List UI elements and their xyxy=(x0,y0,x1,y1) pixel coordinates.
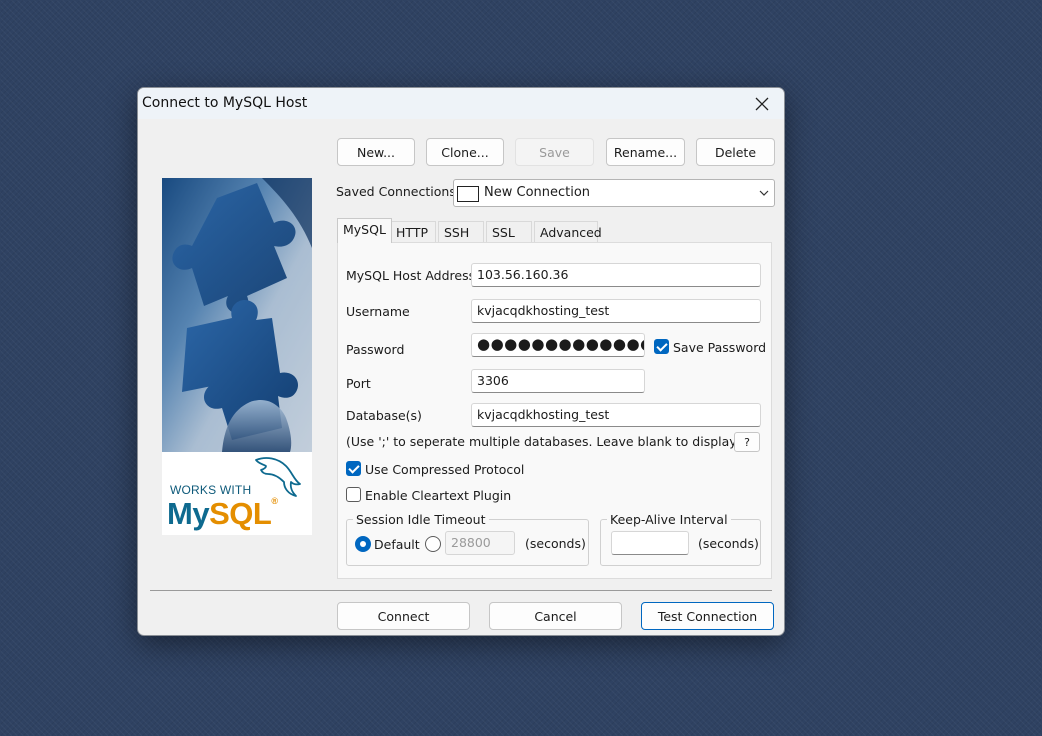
new-button[interactable]: New... xyxy=(337,138,415,166)
mysql-logo-my: My xyxy=(167,496,210,531)
timeout-custom-radio[interactable] xyxy=(425,536,441,552)
test-connection-button[interactable]: Test Connection xyxy=(641,602,774,630)
connect-dialog: Connect to MySQL Host New... Clone... Sa… xyxy=(137,87,785,636)
rename-button[interactable]: Rename... xyxy=(606,138,685,166)
timeout-default-label: Default xyxy=(374,537,420,552)
works-with-text: WORKS WITH xyxy=(170,483,252,497)
tab-mysql[interactable]: MySQL xyxy=(337,218,392,243)
title-bar: Connect to MySQL Host xyxy=(138,88,784,119)
mysql-logo-text: MySQL® xyxy=(167,496,278,532)
host-input[interactable]: 103.56.160.36 xyxy=(471,263,761,287)
cleartext-plugin-checkbox[interactable] xyxy=(346,487,361,502)
saved-connections-value: New Connection xyxy=(484,185,591,200)
tab-advanced[interactable]: Advanced xyxy=(534,221,602,242)
timeout-seconds-label: (seconds) xyxy=(525,536,586,551)
mysql-logo-sql: SQL xyxy=(209,496,272,531)
mysql-badge: WORKS WITH MySQL® xyxy=(162,452,312,535)
session-timeout-group: Session Idle Timeout Default 28800 (seco… xyxy=(346,512,589,566)
clone-button[interactable]: Clone... xyxy=(426,138,504,166)
puzzle-image xyxy=(162,178,312,452)
dolphin-icon xyxy=(255,457,301,497)
compressed-protocol-label: Use Compressed Protocol xyxy=(365,462,525,477)
tab-ssl[interactable]: SSL xyxy=(486,221,532,242)
password-label: Password xyxy=(346,342,405,357)
saved-connections-label: Saved Connections xyxy=(336,184,456,199)
tab-http[interactable]: HTTP xyxy=(390,221,436,242)
close-button[interactable] xyxy=(740,88,784,119)
delete-button[interactable]: Delete xyxy=(696,138,775,166)
databases-label: Database(s) xyxy=(346,408,422,423)
saved-connections-dropdown[interactable]: New Connection xyxy=(453,179,775,207)
host-label: MySQL Host Address xyxy=(346,268,476,283)
keep-alive-seconds-label: (seconds) xyxy=(698,536,759,551)
keep-alive-legend: Keep-Alive Interval xyxy=(607,512,731,527)
session-timeout-legend: Session Idle Timeout xyxy=(353,512,489,527)
tab-ssh[interactable]: SSH xyxy=(438,221,484,242)
port-input[interactable]: 3306 xyxy=(471,369,645,393)
save-password-checkbox[interactable] xyxy=(654,339,669,354)
save-password-label: Save Password xyxy=(673,340,767,355)
color-swatch xyxy=(457,186,479,202)
databases-input[interactable]: kvjacqdkhosting_test xyxy=(471,403,761,427)
keep-alive-input[interactable] xyxy=(611,531,689,555)
compressed-protocol-checkbox[interactable] xyxy=(346,461,361,476)
cancel-button[interactable]: Cancel xyxy=(489,602,622,630)
footer-separator xyxy=(150,590,772,591)
username-input[interactable]: kvjacqdkhosting_test xyxy=(471,299,761,323)
registered-mark: ® xyxy=(271,496,278,506)
close-icon xyxy=(755,97,769,110)
logo-panel: WORKS WITH MySQL® xyxy=(162,178,312,535)
help-button[interactable]: ? xyxy=(734,432,760,452)
save-button[interactable]: Save xyxy=(515,138,594,166)
timeout-default-radio[interactable] xyxy=(355,536,371,552)
chevron-down-icon xyxy=(759,190,769,196)
port-label: Port xyxy=(346,376,371,391)
username-label: Username xyxy=(346,304,410,319)
timeout-seconds-input[interactable]: 28800 xyxy=(445,531,515,555)
connect-button[interactable]: Connect xyxy=(337,602,470,630)
password-input[interactable]: ●●●●●●●●●●●●●●● xyxy=(471,333,645,357)
keep-alive-group: Keep-Alive Interval (seconds) xyxy=(600,512,761,566)
databases-hint: (Use ';' to seperate multiple databases.… xyxy=(346,434,761,449)
cleartext-plugin-label: Enable Cleartext Plugin xyxy=(365,488,512,503)
dialog-title: Connect to MySQL Host xyxy=(142,95,308,111)
